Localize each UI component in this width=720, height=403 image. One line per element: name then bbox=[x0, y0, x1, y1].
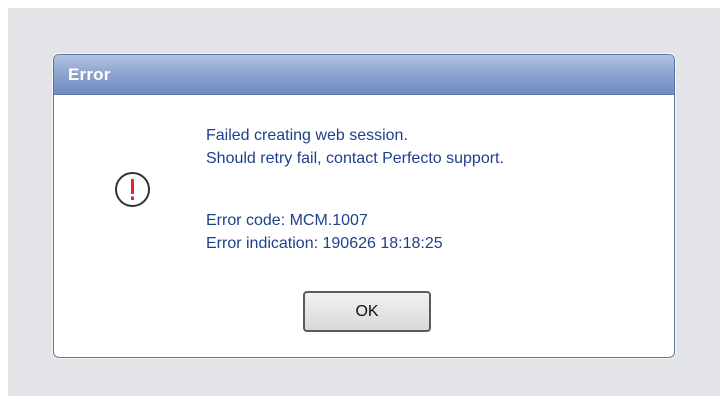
error-message-line-1: Failed creating web session. bbox=[206, 127, 408, 144]
dialog-titlebar: Error bbox=[54, 55, 674, 95]
error-message-line-2: Should retry fail, contact Perfecto supp… bbox=[206, 150, 504, 167]
error-code: Error code: MCM.1007 bbox=[206, 212, 368, 229]
ok-button[interactable]: OK bbox=[303, 291, 431, 332]
error-icon bbox=[114, 171, 151, 208]
error-dialog: Error Failed creating web session. Shoul… bbox=[53, 54, 675, 358]
dialog-title: Error bbox=[68, 65, 111, 84]
error-indication: Error indication: 190626 18:18:25 bbox=[206, 235, 443, 252]
